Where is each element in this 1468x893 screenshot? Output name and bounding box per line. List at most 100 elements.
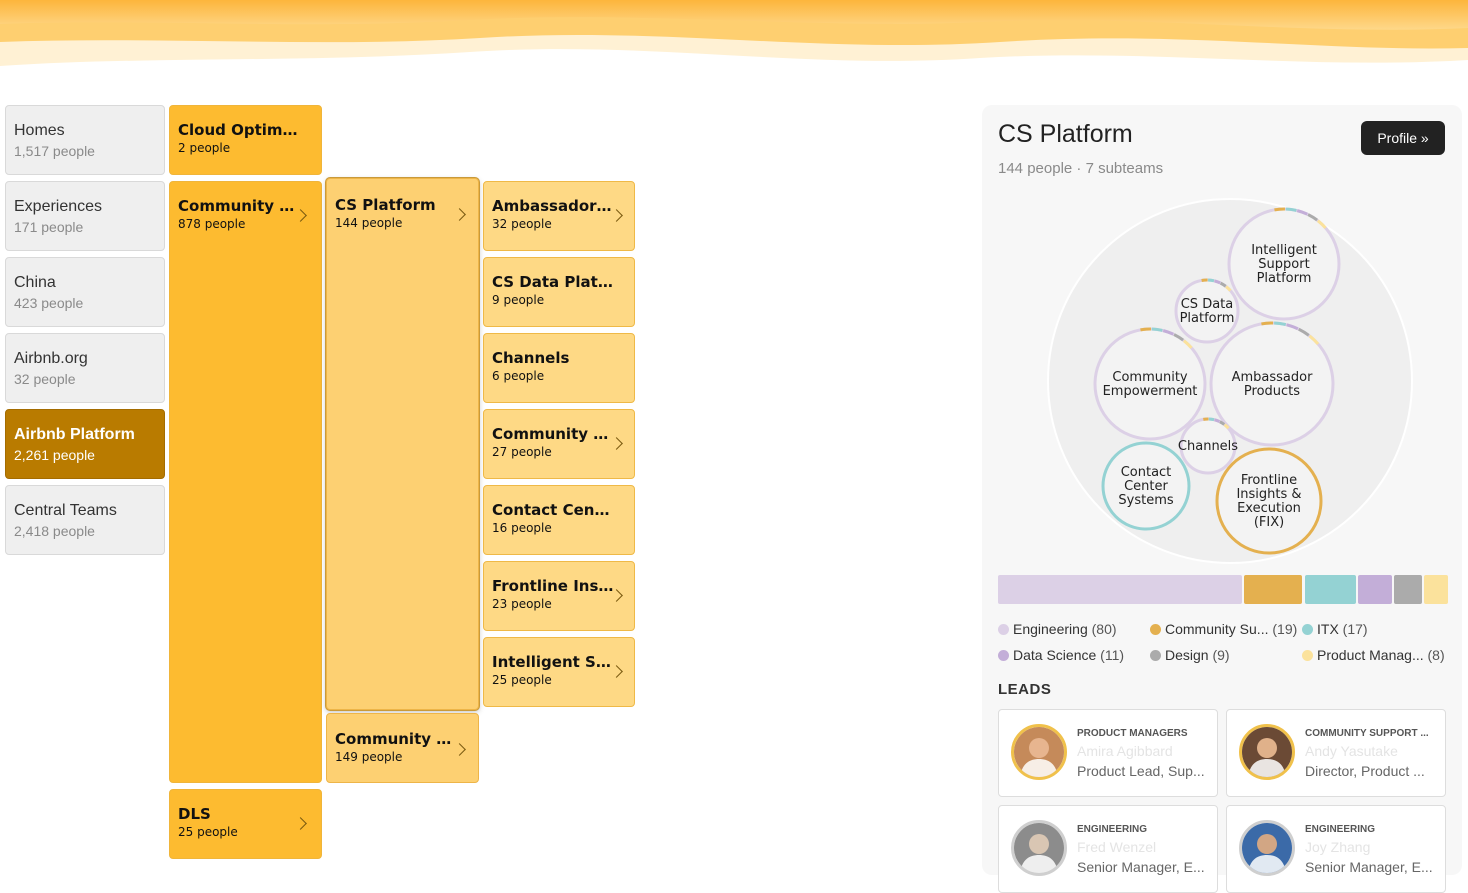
division-item[interactable]: Central Teams 2,418 people	[5, 485, 165, 555]
subteam-bubble-label: Channels	[1178, 439, 1238, 454]
group-name: DLS	[178, 805, 300, 823]
team-item[interactable]: Intelligent Support Platform 25 people	[483, 637, 635, 707]
discipline-bar-segment[interactable]	[1424, 575, 1448, 604]
division-name: China	[14, 274, 156, 292]
legend-item: Data Science (11)	[998, 647, 1124, 663]
subteam-bubble-label: Platform	[1180, 311, 1235, 326]
group-name: Community Support	[178, 197, 300, 215]
subteam-bubble-label: Insights &	[1236, 487, 1301, 502]
lead-name: Amira Agibbard	[1077, 743, 1173, 759]
subteam-bubble-label: Execution	[1237, 501, 1301, 516]
bubble-discipline-arc	[1209, 419, 1214, 420]
leads-heading: LEADS	[998, 681, 1051, 698]
lead-card[interactable]: ENGINEERING Joy Zhang Senior Manager, E...	[1226, 805, 1446, 893]
legend-item: ITX (17)	[1302, 621, 1368, 637]
division-item[interactable]: Airbnb.org32 people	[5, 333, 165, 403]
group-item[interactable]: Cloud Optimization 2 people	[169, 105, 322, 175]
bubble-discipline-arc	[1286, 209, 1296, 210]
avatar	[1011, 820, 1067, 876]
group-item[interactable]: DLS 25 people	[169, 789, 322, 859]
team-count: 9 people	[492, 293, 626, 307]
division-name: Experiences	[14, 198, 156, 216]
team-item[interactable]: Community Empowerment27 people	[483, 409, 635, 479]
team-name: CS Data Platform	[492, 273, 614, 291]
subgroup-item[interactable]: Community Support 149 people	[326, 713, 479, 783]
division-item[interactable]: Airbnb Platform2,261 people	[5, 409, 165, 479]
team-count: 16 people	[492, 521, 626, 535]
avatar	[1239, 820, 1295, 876]
legend-count: (17)	[1343, 621, 1368, 637]
lead-name: Joy Zhang	[1305, 839, 1370, 855]
discipline-bar-segment[interactable]	[1358, 575, 1392, 604]
bubble-discipline-arc	[1140, 329, 1151, 330]
team-item[interactable]: Ambassador Products32 people	[483, 181, 635, 251]
team-item[interactable]: CS Data Platform 9 people	[483, 257, 635, 327]
legend-label: ITX	[1317, 621, 1339, 637]
team-count: 32 people	[492, 217, 626, 231]
legend-dot	[1302, 624, 1313, 635]
team-count: 23 people	[492, 597, 626, 611]
team-item[interactable]: Frontline Insights & Execution (FIX) 23 p…	[483, 561, 635, 631]
team-name: Frontline Insights & Execution (FIX)	[492, 577, 614, 595]
subteam-bubble-label: Ambassador	[1232, 370, 1313, 385]
division-item[interactable]: Homes1,517 people	[5, 105, 165, 175]
lead-card[interactable]: PRODUCT MANAGERSAmira AgibbardProduct Le…	[998, 709, 1218, 797]
subteam-bubble-label: Empowerment	[1103, 384, 1198, 399]
team-item[interactable]: Channels6 people	[483, 333, 635, 403]
subteam-bubble-label: Platform	[1257, 271, 1312, 286]
subteam-bubble-label: Products	[1244, 384, 1300, 399]
team-count: 27 people	[492, 445, 626, 459]
legend-count: (19)	[1272, 621, 1297, 637]
legend-dot	[998, 624, 1009, 635]
group-item[interactable]: Community Support 878 people	[169, 181, 322, 783]
subgroup-name: CS Platform	[335, 196, 457, 214]
bubble-discipline-arc	[1274, 209, 1285, 210]
team-item[interactable]: Contact Center Systems16 people	[483, 485, 635, 555]
legend-label: Community Su...	[1165, 621, 1268, 637]
subteam-bubble-label: Center	[1124, 479, 1168, 494]
avatar	[1239, 724, 1295, 780]
team-name: Intelligent Support Platform	[492, 653, 614, 671]
lead-card[interactable]: ENGINEERINGFred WenzelSenior Manager, E.…	[998, 805, 1218, 893]
division-item[interactable]: Experiences 171 people	[5, 181, 165, 251]
group-name: Cloud Optimization	[178, 121, 300, 139]
division-count: 2,418 people	[14, 523, 156, 539]
group-count: 2 people	[178, 141, 313, 155]
bubble-discipline-arc	[1274, 323, 1286, 325]
legend-label: Product Manag...	[1317, 647, 1424, 663]
lead-card[interactable]: COMMUNITY SUPPORT ...Andy YasutakeDirect…	[1226, 709, 1446, 797]
subteam-bubble-label: Community	[1112, 370, 1188, 385]
lead-title: Senior Manager, E...	[1305, 859, 1437, 875]
subgroup-count: 149 people	[335, 750, 470, 764]
legend-dot	[998, 650, 1009, 661]
bubble-discipline-arc	[1152, 329, 1162, 330]
legend-dot	[1150, 624, 1161, 635]
division-name: Central Teams	[14, 502, 156, 520]
legend-item: Community Su... (19)	[1150, 621, 1297, 637]
subteam-bubble-chart: IntelligentSupportPlatformCS DataPlatfor…	[982, 105, 1462, 575]
bubble-discipline-arc	[1261, 323, 1273, 324]
subgroup-name: Community Support	[335, 730, 457, 748]
division-count: 171 people	[14, 219, 156, 235]
lead-role: ENGINEERING	[1305, 824, 1440, 835]
discipline-bar-segment[interactable]	[998, 575, 1242, 604]
bubble-discipline-arc	[1214, 281, 1220, 283]
subteam-bubble-label: Frontline	[1241, 473, 1297, 488]
division-item[interactable]: China423 people	[5, 257, 165, 327]
team-count: 25 people	[492, 673, 626, 687]
group-count: 878 people	[178, 217, 313, 231]
subgroup-item[interactable]: CS Platform 144 people	[326, 178, 479, 710]
lead-role: ENGINEERING	[1077, 824, 1212, 835]
legend-item: Product Manag... (8)	[1302, 647, 1445, 663]
legend-label: Engineering	[1013, 621, 1088, 637]
subteam-bubble-label: Contact	[1121, 465, 1172, 480]
discipline-bar-segment[interactable]	[1394, 575, 1422, 604]
discipline-bar-segment[interactable]	[1244, 575, 1302, 604]
discipline-bar-segment[interactable]	[1305, 575, 1357, 604]
subteam-bubble-label: CS Data	[1181, 297, 1234, 312]
team-count: 6 people	[492, 369, 626, 383]
subteam-bubble-label: (FIX)	[1254, 515, 1284, 530]
subgroup-count: 144 people	[335, 216, 470, 230]
subteam-bubble-label: Support	[1258, 257, 1309, 272]
group-count: 25 people	[178, 825, 313, 839]
